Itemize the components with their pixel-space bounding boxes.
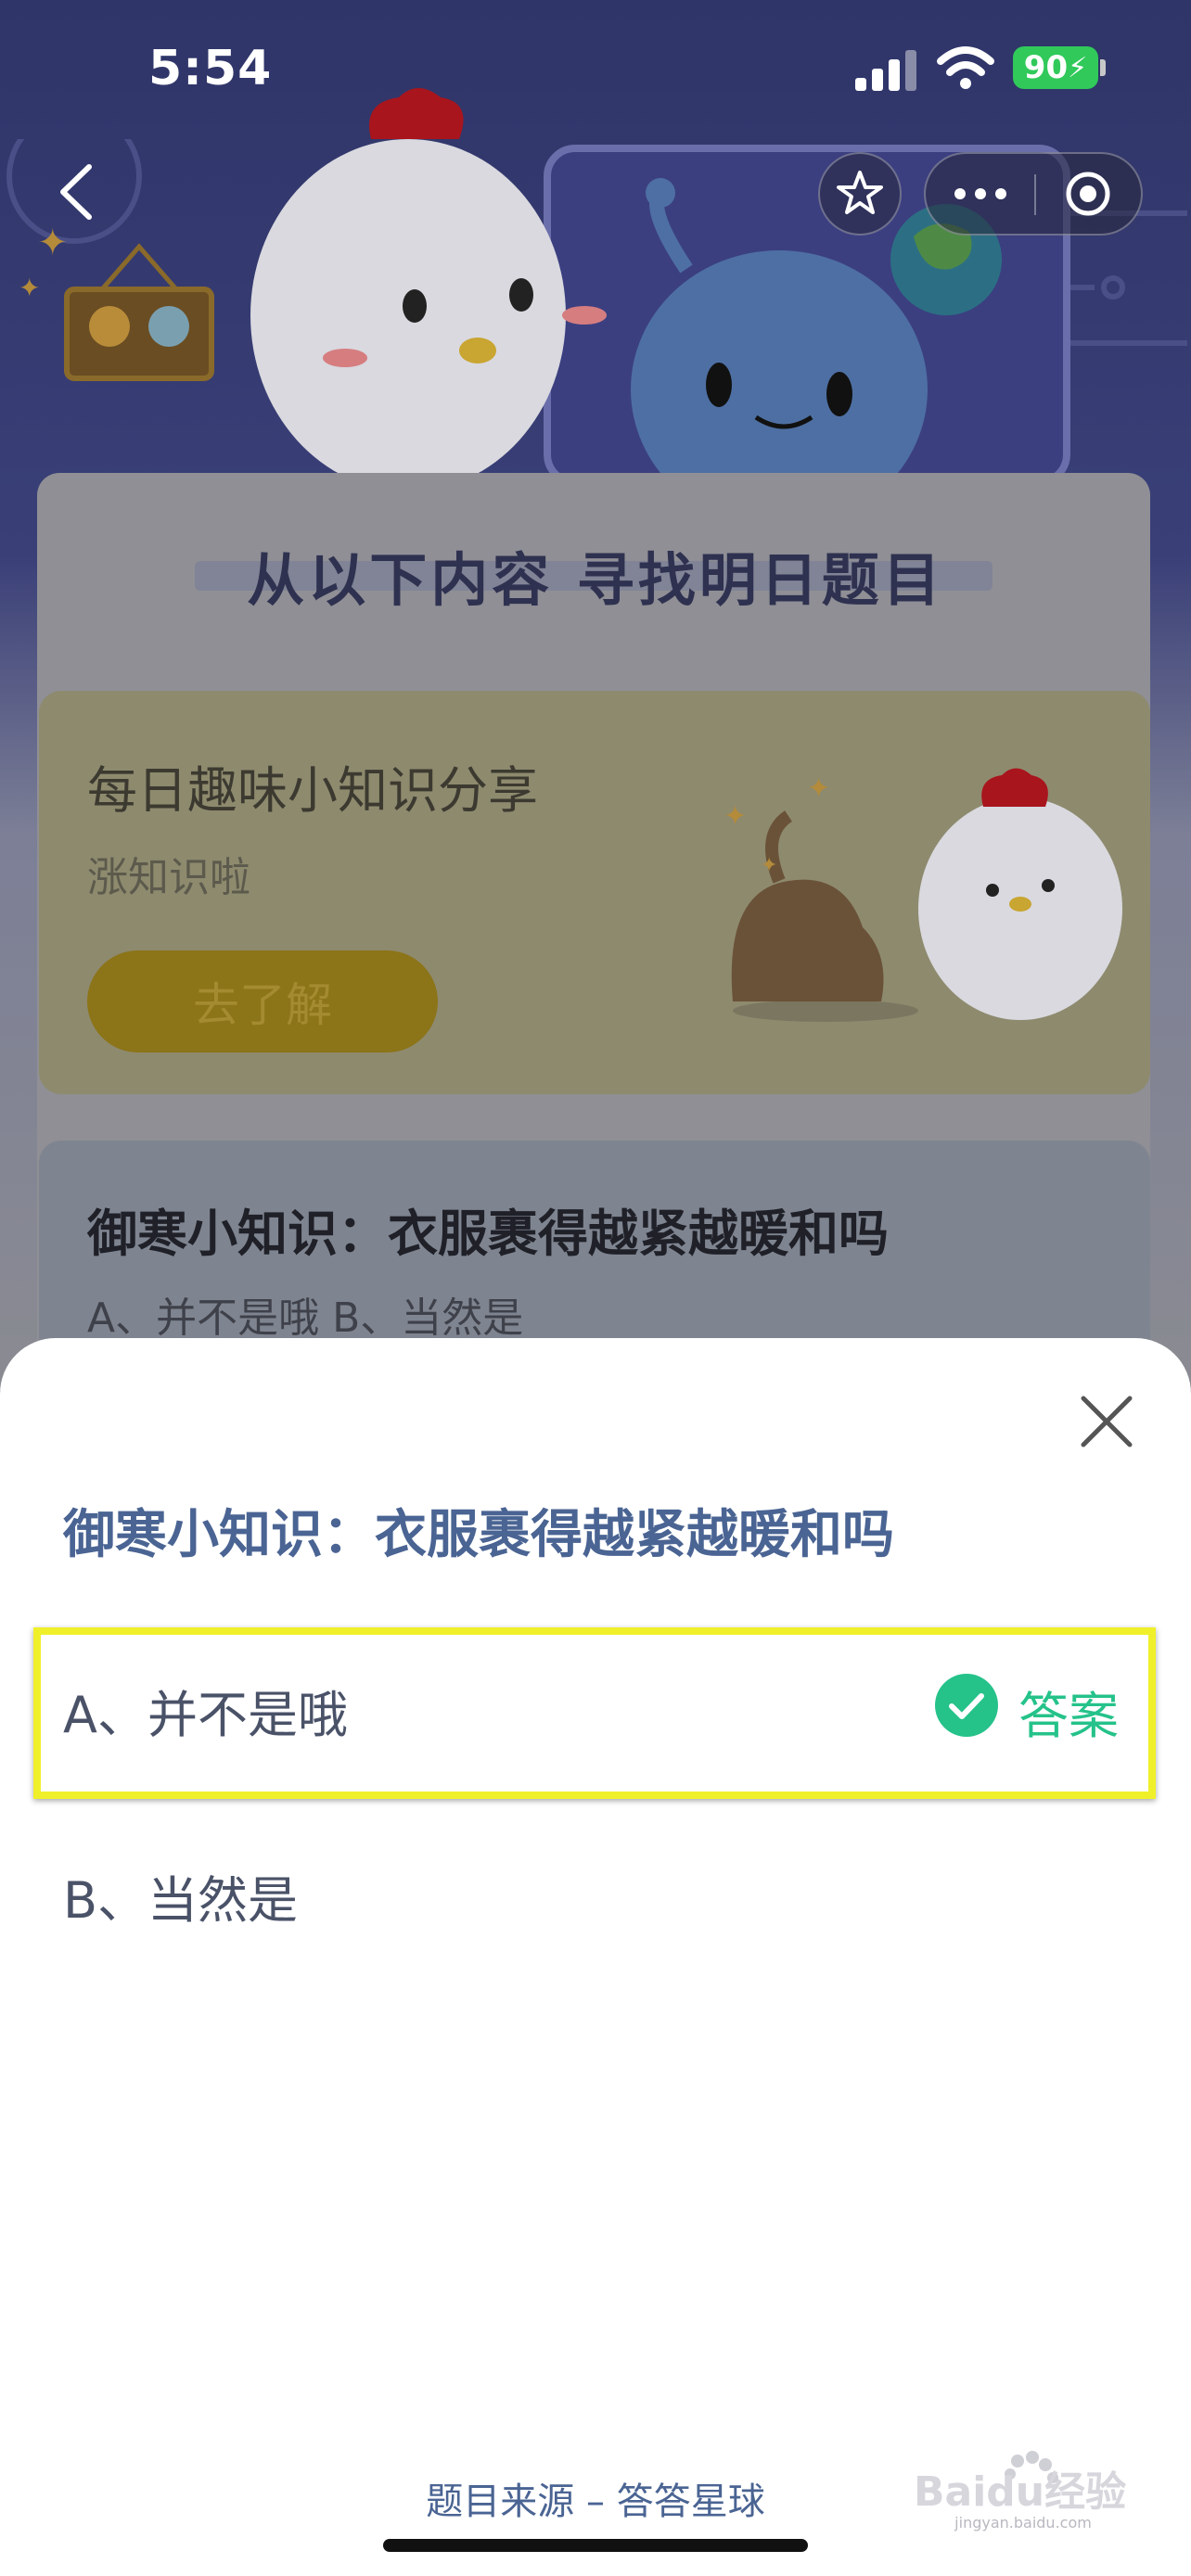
check-circle-icon xyxy=(935,1674,998,1737)
miniprogram-capsule xyxy=(924,152,1143,236)
favorite-button[interactable] xyxy=(818,152,902,236)
quiz-card-title: 御寒小知识：衣服裹得越紧越暖和吗 xyxy=(87,1205,889,1263)
cellular-signal-icon xyxy=(855,50,916,91)
close-miniprogram-button[interactable] xyxy=(1035,154,1141,234)
battery-tip xyxy=(1100,59,1106,76)
svg-text:✦: ✦ xyxy=(807,772,830,805)
hero-illustration: ✦ ✦ xyxy=(0,83,1191,529)
svg-text:✦: ✦ xyxy=(37,222,69,264)
more-icon xyxy=(954,188,1006,199)
option-b-label: B、当然是 xyxy=(63,1871,299,1930)
quiz-card-options: A、并不是哦 B、当然是 xyxy=(87,1294,524,1342)
star-icon xyxy=(837,171,883,214)
close-icon xyxy=(1081,1396,1133,1447)
section-heading: 从以下内容 寻找明日题目 xyxy=(247,546,944,614)
status-time: 5:54 xyxy=(148,41,273,96)
knowledge-card-subtitle: 涨知识啦 xyxy=(87,854,250,901)
target-icon xyxy=(1066,172,1110,216)
close-sheet-button[interactable] xyxy=(1076,1391,1137,1452)
charging-bolt-icon: ⚡ xyxy=(1068,51,1088,84)
baidu-watermark: Baidu经验 jingyan.baidu.com xyxy=(914,2451,1126,2531)
back-button[interactable] xyxy=(52,159,100,224)
svg-text:✦: ✦ xyxy=(724,800,747,833)
battery-level: 90 xyxy=(1023,49,1069,86)
knowledge-card-title: 每日趣味小知识分享 xyxy=(87,761,538,820)
watermark-domain: jingyan.baidu.com xyxy=(954,2514,1092,2531)
battery-indicator: 90 ⚡ xyxy=(1013,46,1098,89)
svg-text:✦: ✦ xyxy=(761,854,777,877)
watermark-text: Baidu经验 xyxy=(914,2468,1126,2516)
cat-and-chick-illustration: ✦ ✦ ✦ xyxy=(724,768,1122,1022)
more-button[interactable] xyxy=(926,154,1035,234)
status-bar: 5:54 90 ⚡ xyxy=(0,0,1191,139)
learn-more-button[interactable]: 去了解 xyxy=(87,950,438,1052)
svg-text:✦: ✦ xyxy=(19,273,40,303)
question-title: 御寒小知识：衣服裹得越紧越暖和吗 xyxy=(63,1505,894,1565)
home-indicator[interactable] xyxy=(383,2539,808,2552)
wifi-icon xyxy=(937,46,994,89)
back-icon xyxy=(60,164,92,220)
option-a-label: A、并不是哦 xyxy=(63,1686,348,1744)
answer-tag: 答案 xyxy=(1018,1687,1119,1745)
